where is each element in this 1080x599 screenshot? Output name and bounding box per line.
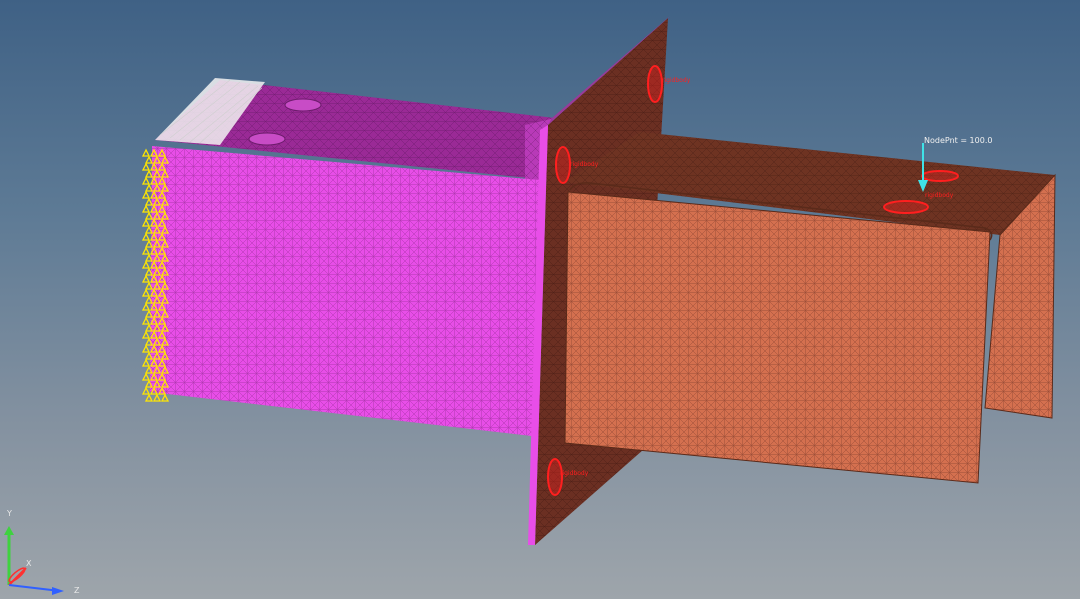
constraint-triangle-icon [141,246,151,255]
rigid-body-label: rigidbody [662,77,691,84]
constraint-triangle-icon [160,393,170,402]
constraint-triangle-icon [152,393,162,402]
rigid-body-marker[interactable]: rigidbody [647,65,691,103]
bolt-hole [248,132,286,146]
constraint-triangle-icon [141,316,151,325]
fe-model-scene[interactable]: rigidbody rigidbody rigidbody rigidbody … [0,0,1080,599]
rigid-body-label: rigidbody [560,470,589,477]
constraint-triangle-icon [141,386,151,395]
constraint-triangle-icon [141,218,151,227]
constraint-triangle-icon [144,239,154,248]
box-section-front-face [150,146,540,437]
x-axis-label: X [26,559,32,568]
constraint-triangle-icon [144,211,154,220]
constraint-triangle-icon [141,330,151,339]
constraint-triangle-icon [141,344,151,353]
constraint-triangle-icon [144,183,154,192]
channel-section-component[interactable] [564,132,1056,484]
constraint-triangle-icon [144,393,154,402]
constraint-markers[interactable] [141,148,170,402]
load-label: NodePnt = 100.0 [924,136,992,145]
constraint-triangle-icon [141,190,151,199]
constraint-triangle-icon [141,204,151,213]
constraint-triangle-icon [141,372,151,381]
constraint-triangle-icon [141,302,151,311]
coordinate-triad: Y X Z [4,509,80,595]
constraint-triangle-icon [144,253,154,262]
graphics-viewport[interactable]: rigidbody rigidbody rigidbody rigidbody … [0,0,1080,599]
constraint-triangle-icon [141,288,151,297]
rigid-body-label: rigidbody [925,192,954,199]
constraint-triangle-icon [141,274,151,283]
box-section-component[interactable] [150,78,555,437]
z-axis-arrowhead [52,587,64,595]
constraint-triangle-icon [144,225,154,234]
constraint-triangle-icon [141,162,151,171]
rigid-body-label: rigidbody [570,161,599,168]
constraint-triangle-icon [144,169,154,178]
channel-front-face [564,191,991,484]
constraint-triangle-icon [144,197,154,206]
constraint-triangle-icon [141,260,151,269]
constraint-triangle-icon [141,232,151,241]
y-axis-arrowhead [4,526,14,535]
y-axis-label: Y [6,509,12,518]
constraint-triangle-icon [141,176,151,185]
constraint-triangle-icon [144,155,154,164]
constraint-triangle-icon [141,148,151,157]
z-axis-label: Z [74,586,80,595]
bolt-hole [284,98,322,112]
constraint-triangle-icon [141,358,151,367]
